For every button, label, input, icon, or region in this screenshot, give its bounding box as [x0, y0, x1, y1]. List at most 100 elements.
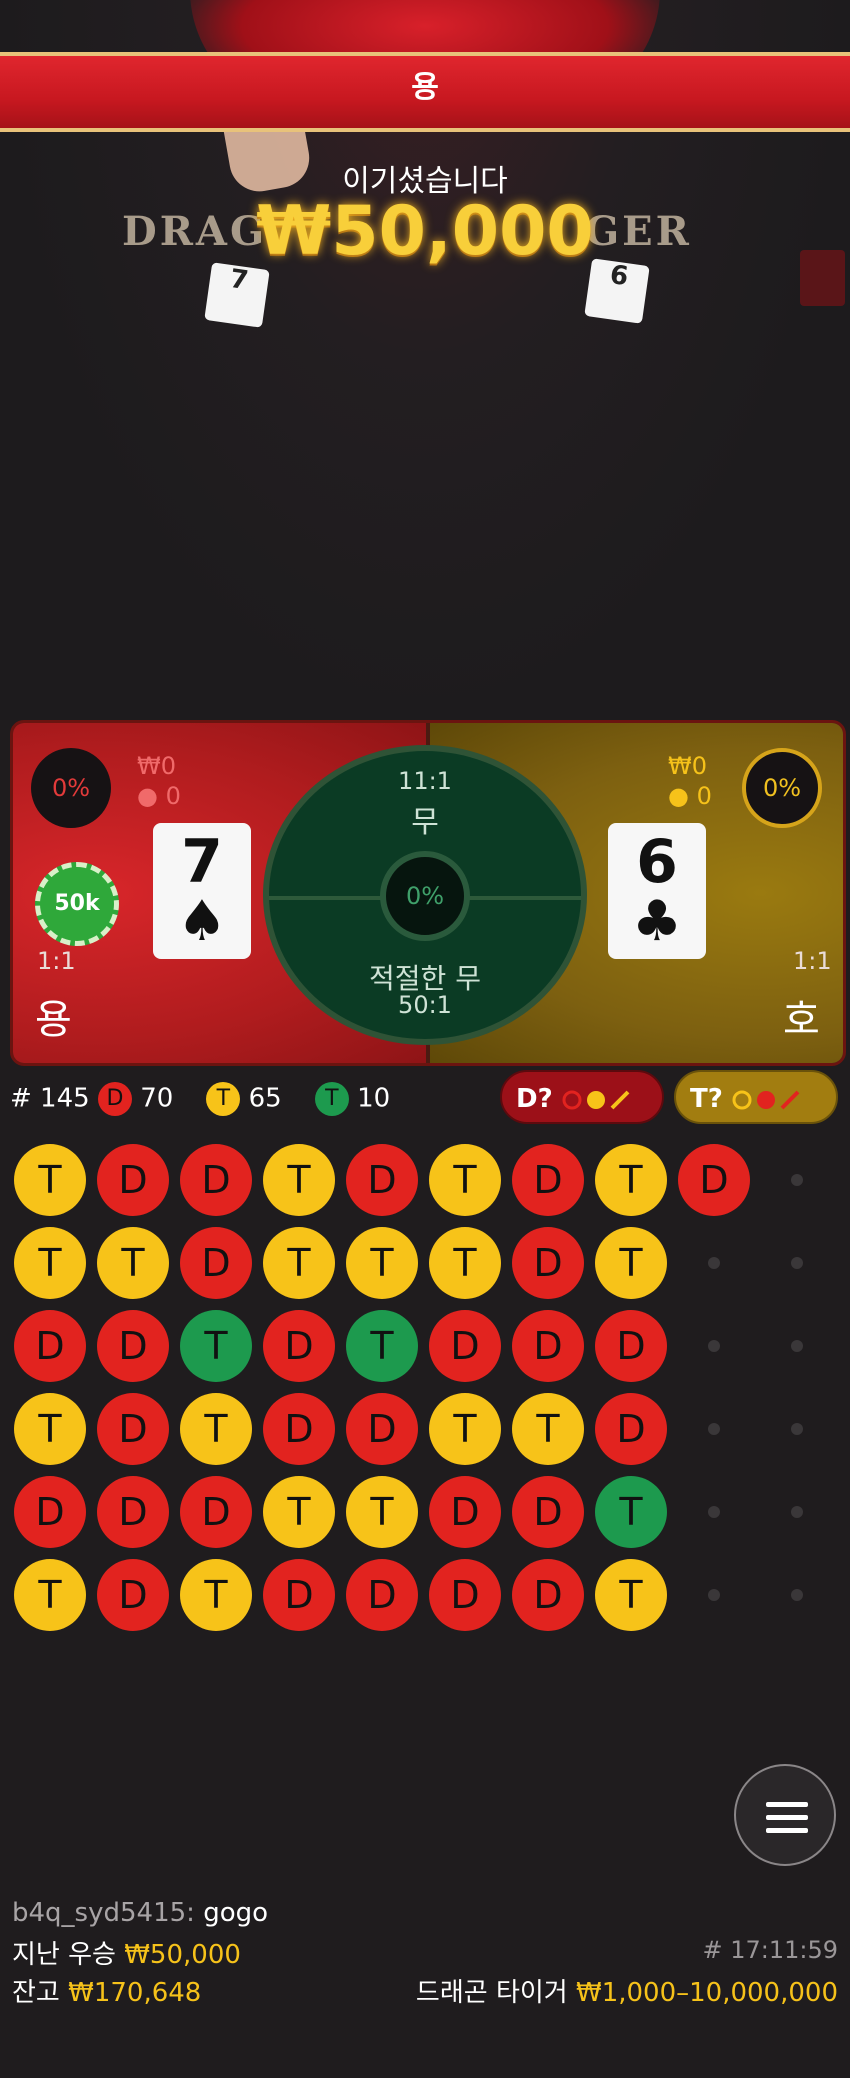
card-shoe: [800, 250, 845, 306]
road-cell: T: [263, 1144, 335, 1216]
win-amount: ₩50,000: [256, 192, 594, 271]
road-cell: D: [346, 1144, 418, 1216]
dragon-count: 70: [140, 1083, 174, 1114]
hamburger-icon: [766, 1828, 808, 1833]
road-cell: T: [429, 1227, 501, 1299]
road-cell: T: [346, 1310, 418, 1382]
person-icon: ●: [137, 782, 158, 810]
tie-label: 무: [411, 805, 439, 840]
road-cell: D: [97, 1310, 169, 1382]
road-cell: D: [14, 1476, 86, 1548]
tiger-count: 65: [248, 1083, 282, 1114]
road-cell: T: [595, 1559, 667, 1631]
road-cell: T: [512, 1393, 584, 1465]
tiger-odds: 1:1: [793, 947, 832, 975]
tiger-label: 호: [783, 997, 820, 1043]
dragon-amount: ₩0: [137, 752, 176, 780]
table-limits: 드래곤 타이거 ₩1,000–10,000,000: [415, 1978, 838, 2008]
road-empty-dot: [791, 1589, 803, 1601]
hamburger-icon: [766, 1815, 808, 1820]
road-cell: T: [346, 1227, 418, 1299]
road-cell: T: [263, 1227, 335, 1299]
road-cell: T: [346, 1476, 418, 1548]
last-win: 지난 우승 ₩50,000: [12, 1940, 241, 1970]
road-cell: D: [180, 1476, 252, 1548]
road-cell: D: [97, 1476, 169, 1548]
dragon-label: 용: [35, 997, 72, 1043]
road-cell: T: [97, 1227, 169, 1299]
road-empty-dot: [791, 1423, 803, 1435]
road-cell: D: [512, 1559, 584, 1631]
road-cell: D: [512, 1476, 584, 1548]
road-empty-dot: [708, 1340, 720, 1352]
tiger-players: ● 0: [668, 782, 712, 810]
road-cell: D: [263, 1393, 335, 1465]
road-cell: D: [429, 1476, 501, 1548]
road-cell: D: [595, 1310, 667, 1382]
road-cell: T: [14, 1227, 86, 1299]
road-empty-dot: [708, 1423, 720, 1435]
hamburger-icon: [766, 1802, 808, 1807]
road-cell: T: [180, 1559, 252, 1631]
road-cell: T: [595, 1227, 667, 1299]
tie-percent: 0%: [380, 851, 470, 941]
road-cell: T: [14, 1144, 86, 1216]
bead-road: TDDTDTDTDTTDTTTDTDDTDTDDDTDTDDTTDDDDTTDD…: [0, 1140, 850, 1650]
road-cell: D: [595, 1393, 667, 1465]
road-empty-dot: [791, 1174, 803, 1186]
banner-label: 용: [411, 70, 439, 105]
road-cell: D: [263, 1559, 335, 1631]
road-cell: T: [180, 1310, 252, 1382]
round-number: # 145: [10, 1083, 90, 1114]
road-empty-dot: [708, 1257, 720, 1269]
road-cell: D: [512, 1144, 584, 1216]
suited-tie-odds: 50:1: [398, 991, 452, 1019]
dragon-players: ● 0: [137, 782, 181, 810]
road-cell: D: [180, 1144, 252, 1216]
road-cell: D: [429, 1310, 501, 1382]
road-empty-dot: [791, 1257, 803, 1269]
tie-badge: T: [314, 1082, 349, 1116]
menu-button[interactable]: [734, 1764, 836, 1866]
table-card-dragon: 7: [204, 262, 270, 328]
road-cell: T: [429, 1393, 501, 1465]
dragon-odds: 1:1: [37, 947, 76, 975]
road-cell: D: [14, 1310, 86, 1382]
road-preview-icon: [732, 1090, 800, 1109]
chat-line: b4q_syd5415: gogo: [12, 1898, 268, 1928]
road-empty-dot: [708, 1506, 720, 1518]
road-cell: D: [346, 1393, 418, 1465]
road-cell: D: [97, 1144, 169, 1216]
road-stats: # 145 D 70 T 65 T 10: [10, 1082, 390, 1122]
road-cell: T: [263, 1476, 335, 1548]
road-cell: D: [512, 1227, 584, 1299]
road-empty-dot: [791, 1506, 803, 1518]
road-cell: D: [512, 1310, 584, 1382]
tie-odds: 11:1: [398, 767, 452, 795]
tiger-card: 6 ♣: [608, 823, 706, 959]
club-icon: ♣: [631, 889, 683, 954]
road-cell: T: [429, 1144, 501, 1216]
road-cell: T: [180, 1393, 252, 1465]
dragon-predict-button[interactable]: D?: [500, 1070, 664, 1124]
road-empty-dot: [791, 1340, 803, 1352]
road-empty-dot: [708, 1589, 720, 1601]
road-cell: D: [429, 1559, 501, 1631]
table-card-tiger: 6: [584, 258, 650, 324]
tiger-predict-button[interactable]: T?: [674, 1070, 838, 1124]
road-cell: D: [678, 1144, 750, 1216]
chat-username: b4q_syd5415:: [12, 1898, 195, 1928]
road-cell: D: [346, 1559, 418, 1631]
dragon-badge: D: [97, 1082, 132, 1116]
road-cell: T: [595, 1476, 667, 1548]
tiger-badge: T: [206, 1082, 241, 1116]
road-preview-icon: [562, 1090, 630, 1109]
road-cell: D: [180, 1227, 252, 1299]
road-cell: T: [14, 1559, 86, 1631]
road-cell: T: [595, 1144, 667, 1216]
balance: 잔고 ₩170,648: [12, 1978, 202, 2008]
round-time: # 17:11:59: [702, 1936, 838, 1964]
dragon-card: 7 ♠: [153, 823, 251, 959]
tie-bet-spot[interactable]: 11:1 무 0% 적절한 무 50:1: [263, 745, 587, 1045]
chip-50k: 50k: [35, 862, 119, 946]
